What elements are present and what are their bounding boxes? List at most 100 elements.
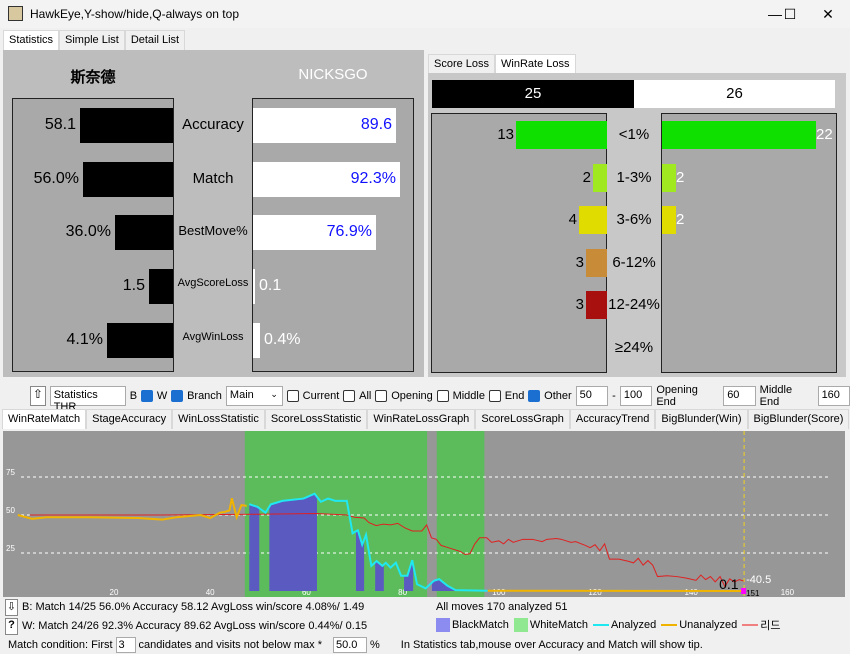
percent-label: % [369, 639, 380, 651]
stat-label[interactable]: Match [174, 170, 252, 187]
all-label: All [359, 390, 372, 402]
tab-score-loss[interactable]: Score Loss [428, 54, 496, 74]
middle-label: Middle [452, 390, 485, 402]
other-checkbox[interactable] [528, 390, 541, 402]
chart-tab-scorelossgraph[interactable]: ScoreLossGraph [475, 409, 570, 429]
legend-label: Unanalyzed [679, 619, 738, 631]
match-condition: Match condition: First 3 candidates and … [8, 637, 703, 653]
legend-swatch [592, 624, 609, 626]
tab-simple-list[interactable]: Simple List [59, 30, 125, 50]
branch-select-value: Main [229, 389, 254, 401]
down-arrow-icon[interactable]: ⇩ [5, 599, 18, 616]
branch-select[interactable]: Main ⌄ [225, 386, 283, 406]
visits-percent-input[interactable]: 50.0 [332, 637, 367, 653]
help-icon[interactable]: ? [5, 618, 18, 635]
branch-label: Branch [187, 390, 222, 402]
middle-end-input[interactable]: 160 [817, 386, 850, 406]
black-loss-count: 3 [575, 296, 584, 313]
stat-label[interactable]: AvgScoreLoss [174, 277, 252, 289]
black-stat-bar [149, 269, 173, 304]
range-from-input[interactable]: 50 [575, 386, 609, 406]
chart-tab-winratelossgraph[interactable]: WinRateLossGraph [367, 409, 476, 429]
black-loss-bar [586, 291, 607, 319]
black-loss-count: 4 [568, 211, 577, 228]
end-checkbox[interactable] [488, 390, 501, 402]
opening-checkbox[interactable] [375, 390, 388, 402]
white-player-name: NICKSGO [298, 66, 368, 83]
black-stat-value: 56.0% [33, 170, 79, 187]
black-stat-value: 1.5 [122, 277, 145, 294]
range-to-input[interactable]: 100 [619, 386, 653, 406]
black-stat-value: 58.1 [44, 116, 76, 133]
end-label: End [504, 390, 525, 402]
candidates-input[interactable]: 3 [115, 637, 136, 653]
loss-tabs: Score Loss WinRate Loss [428, 54, 576, 74]
chart-tabs: WinRateMatch StageAccuracy WinLossStatisti… [2, 409, 850, 429]
black-stat-bar [80, 108, 173, 143]
b-label: B [129, 390, 138, 402]
tab-detail-list[interactable]: Detail List [124, 30, 186, 50]
opening-label: Opening [391, 390, 433, 402]
maximize-button[interactable]: ☐ [775, 4, 805, 24]
black-total: 25 [432, 80, 634, 108]
branch-checkbox[interactable] [171, 390, 184, 402]
black-loss-bar [586, 248, 607, 277]
title-bar: HawkEye,Y-show/hide,Q-always on top — ☐ … [0, 0, 850, 28]
middle-checkbox[interactable] [436, 390, 449, 402]
close-button[interactable]: ✕ [813, 4, 843, 24]
white-stat-value: 0.4% [264, 331, 301, 348]
app-icon [8, 6, 23, 21]
tab-statistics[interactable]: Statistics [3, 30, 60, 50]
black-loss-bar [516, 121, 607, 149]
white-loss-count: 2 [676, 168, 685, 186]
x-tick-label: 120 [588, 588, 602, 597]
chart-tab-stageaccuracy[interactable]: StageAccuracy [86, 409, 173, 429]
black-loss-box [431, 113, 607, 373]
x-tick-label: 140 [685, 588, 699, 597]
loss-category: 3-6% [616, 211, 652, 228]
match-condition-text: candidates and visits not below max * [138, 639, 322, 651]
white-loss-bar [662, 121, 816, 149]
y-tick-label: 50 [6, 506, 15, 515]
x-tick-label: 20 [110, 588, 119, 597]
main-tabs: Statistics Simple List Detail List [3, 30, 186, 50]
tab-winrate-loss[interactable]: WinRate Loss [495, 54, 576, 74]
chart-legend: BlackMatch WhiteMatch Analyzed Unanalyzed 리드 [436, 617, 784, 633]
white-loss-box [661, 113, 837, 373]
w-checkbox[interactable] [141, 390, 153, 402]
black-loss-count: 2 [582, 168, 591, 186]
stat-label[interactable]: BestMove% [174, 223, 252, 238]
white-loss-bar [662, 163, 676, 192]
y-tick-label: 75 [6, 468, 15, 477]
tip-text: In Statistics tab,mouse over Accuracy an… [400, 639, 703, 651]
statistics-thr-button[interactable]: Statistics THR [49, 386, 126, 413]
white-total: 26 [634, 80, 835, 108]
chart-tab-scorelossstatistic[interactable]: ScoreLossStatistic [264, 409, 368, 429]
white-stat-bar [253, 269, 255, 304]
chart-tab-bigblunderwin[interactable]: BigBlunder(Win) [655, 409, 748, 429]
legend-swatch [436, 618, 450, 632]
chart-tab-accuracytrend[interactable]: AccuracyTrend [569, 409, 656, 429]
black-stat-bar [83, 162, 173, 197]
stat-label[interactable]: Accuracy [174, 116, 252, 133]
up-arrow-icon[interactable]: ⇧ [30, 386, 46, 406]
filter-toolbar: ⇧ Statistics THR B W Branch Main ⌄ Curren… [0, 381, 850, 413]
all-checkbox[interactable] [343, 390, 356, 402]
current-checkbox[interactable] [286, 390, 299, 402]
white-match-region [436, 431, 485, 597]
chart-tab-bigblunderscore[interactable]: BigBlunder(Score) [747, 409, 850, 429]
legend-label: 리드 [760, 620, 781, 632]
opening-end-input[interactable]: 60 [723, 386, 756, 406]
legend-label: BlackMatch [452, 619, 509, 631]
white-stat-value: 76.9% [326, 223, 372, 240]
winrate-match-chart: 25 50 75 20 40 60 80 100 120 140 160 151 0.1 -40.5 [3, 431, 845, 598]
stat-label[interactable]: AvgWinLoss [174, 331, 252, 343]
chart-tab-winlossstatistic[interactable]: WinLossStatistic [172, 409, 265, 429]
black-stat-value: 36.0% [65, 223, 111, 240]
loss-category: ≥24% [614, 338, 654, 356]
chart-svg: 25507520 40 60 80 100 120 140 1601510.1 -40.5 [6, 431, 829, 598]
window-title: HawkEye,Y-show/hide,Q-always on top [30, 7, 239, 21]
chart-tab-winratematch[interactable]: WinRateMatch [2, 409, 87, 429]
legend-label: Analyzed [610, 619, 657, 631]
range-dash: - [612, 390, 616, 402]
